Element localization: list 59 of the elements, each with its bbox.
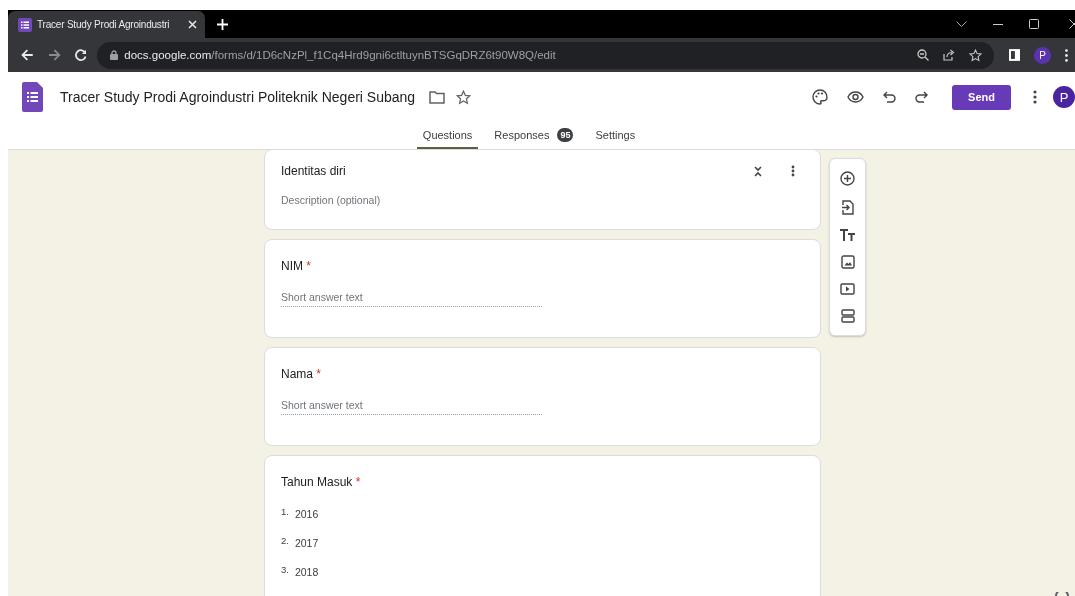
form-title[interactable]: Tracer Study Prodi Agroindustri Politeknik Negeri Subang xyxy=(60,89,416,105)
forms-icon[interactable] xyxy=(22,82,43,112)
section-card[interactable]: Identitas diri Description (optional) xyxy=(264,150,821,230)
minimize-icon[interactable] xyxy=(993,23,1003,25)
question-title: Tahun Masuk * xyxy=(281,475,361,489)
option-number: 1. xyxy=(281,506,289,517)
tab-title: Tracer Study Prodi Agroindustri xyxy=(37,19,170,30)
account-avatar[interactable]: P xyxy=(1053,86,1075,108)
form-tab[interactable]: Responses 95 xyxy=(488,122,580,149)
star-icon[interactable] xyxy=(968,48,982,62)
menu-icon[interactable] xyxy=(1065,48,1068,62)
section-icon[interactable] xyxy=(840,309,855,323)
forward-icon[interactable] xyxy=(47,49,61,61)
add-circle-icon[interactable] xyxy=(840,171,855,186)
chevron-down-icon[interactable] xyxy=(956,21,967,27)
forms-icon xyxy=(18,17,32,32)
question-card[interactable]: Tahun Masuk * 1. 2016 2. 2017 3. 2018 xyxy=(264,455,821,596)
question-title: Nama * xyxy=(281,367,321,381)
form-tab[interactable]: Settings xyxy=(589,122,642,149)
option-label: 2018 xyxy=(294,566,319,578)
palette-icon[interactable] xyxy=(812,89,828,105)
undo-icon[interactable] xyxy=(883,91,896,103)
tab-label: Questions xyxy=(422,128,473,141)
option-label: 2016 xyxy=(294,508,319,520)
side-panel-icon[interactable] xyxy=(1008,49,1021,61)
send-button[interactable]: Send xyxy=(952,84,1011,110)
tab-label: Responses xyxy=(494,128,550,141)
question-title: NIM * xyxy=(281,259,311,273)
folder-icon[interactable] xyxy=(429,90,446,104)
maximize-icon[interactable] xyxy=(1029,19,1039,29)
plus-icon[interactable] xyxy=(217,18,228,30)
count-badge: 95 xyxy=(557,127,574,142)
address-bar[interactable]: docs.google.com/forms/d/1D6cNzPl_f1Cq4Hrd9gni6ctltuynBTSGqDRZ6t90W8Q/edit xyxy=(97,41,994,69)
section-title[interactable]: Identitas diri xyxy=(281,164,346,178)
close-icon[interactable] xyxy=(188,20,197,29)
zoom-out-icon[interactable] xyxy=(916,49,929,61)
option-number: 3. xyxy=(281,564,289,575)
tab-label: Settings xyxy=(595,128,636,141)
reload-icon[interactable] xyxy=(74,49,87,61)
more-icon[interactable] xyxy=(1033,90,1037,104)
text-icon[interactable] xyxy=(840,229,855,241)
close-icon[interactable] xyxy=(1069,19,1075,29)
option-number: 2. xyxy=(281,535,289,546)
profile-avatar[interactable]: P xyxy=(1034,46,1052,64)
eye-icon[interactable] xyxy=(847,91,864,103)
browser-tab[interactable]: Tracer Study Prodi Agroindustri xyxy=(8,11,205,38)
share-icon[interactable] xyxy=(942,49,955,61)
star-icon[interactable] xyxy=(456,89,472,105)
description-field[interactable]: Description (optional) xyxy=(281,194,804,206)
more-icon[interactable] xyxy=(791,165,795,177)
redo-icon[interactable] xyxy=(915,91,928,103)
collapse-icon[interactable] xyxy=(754,165,762,177)
video-icon[interactable] xyxy=(840,283,855,295)
back-icon[interactable] xyxy=(21,49,34,61)
option-label: 2017 xyxy=(294,537,319,549)
lock-icon xyxy=(110,50,119,60)
image-icon[interactable] xyxy=(840,255,855,269)
import-icon[interactable] xyxy=(841,200,854,215)
url-text: docs.google.com/forms/d/1D6cNzPl_f1Cq4Hrd9gni6ctltuynBTSGqDRZ6t90W8Q/edit xyxy=(124,49,556,61)
